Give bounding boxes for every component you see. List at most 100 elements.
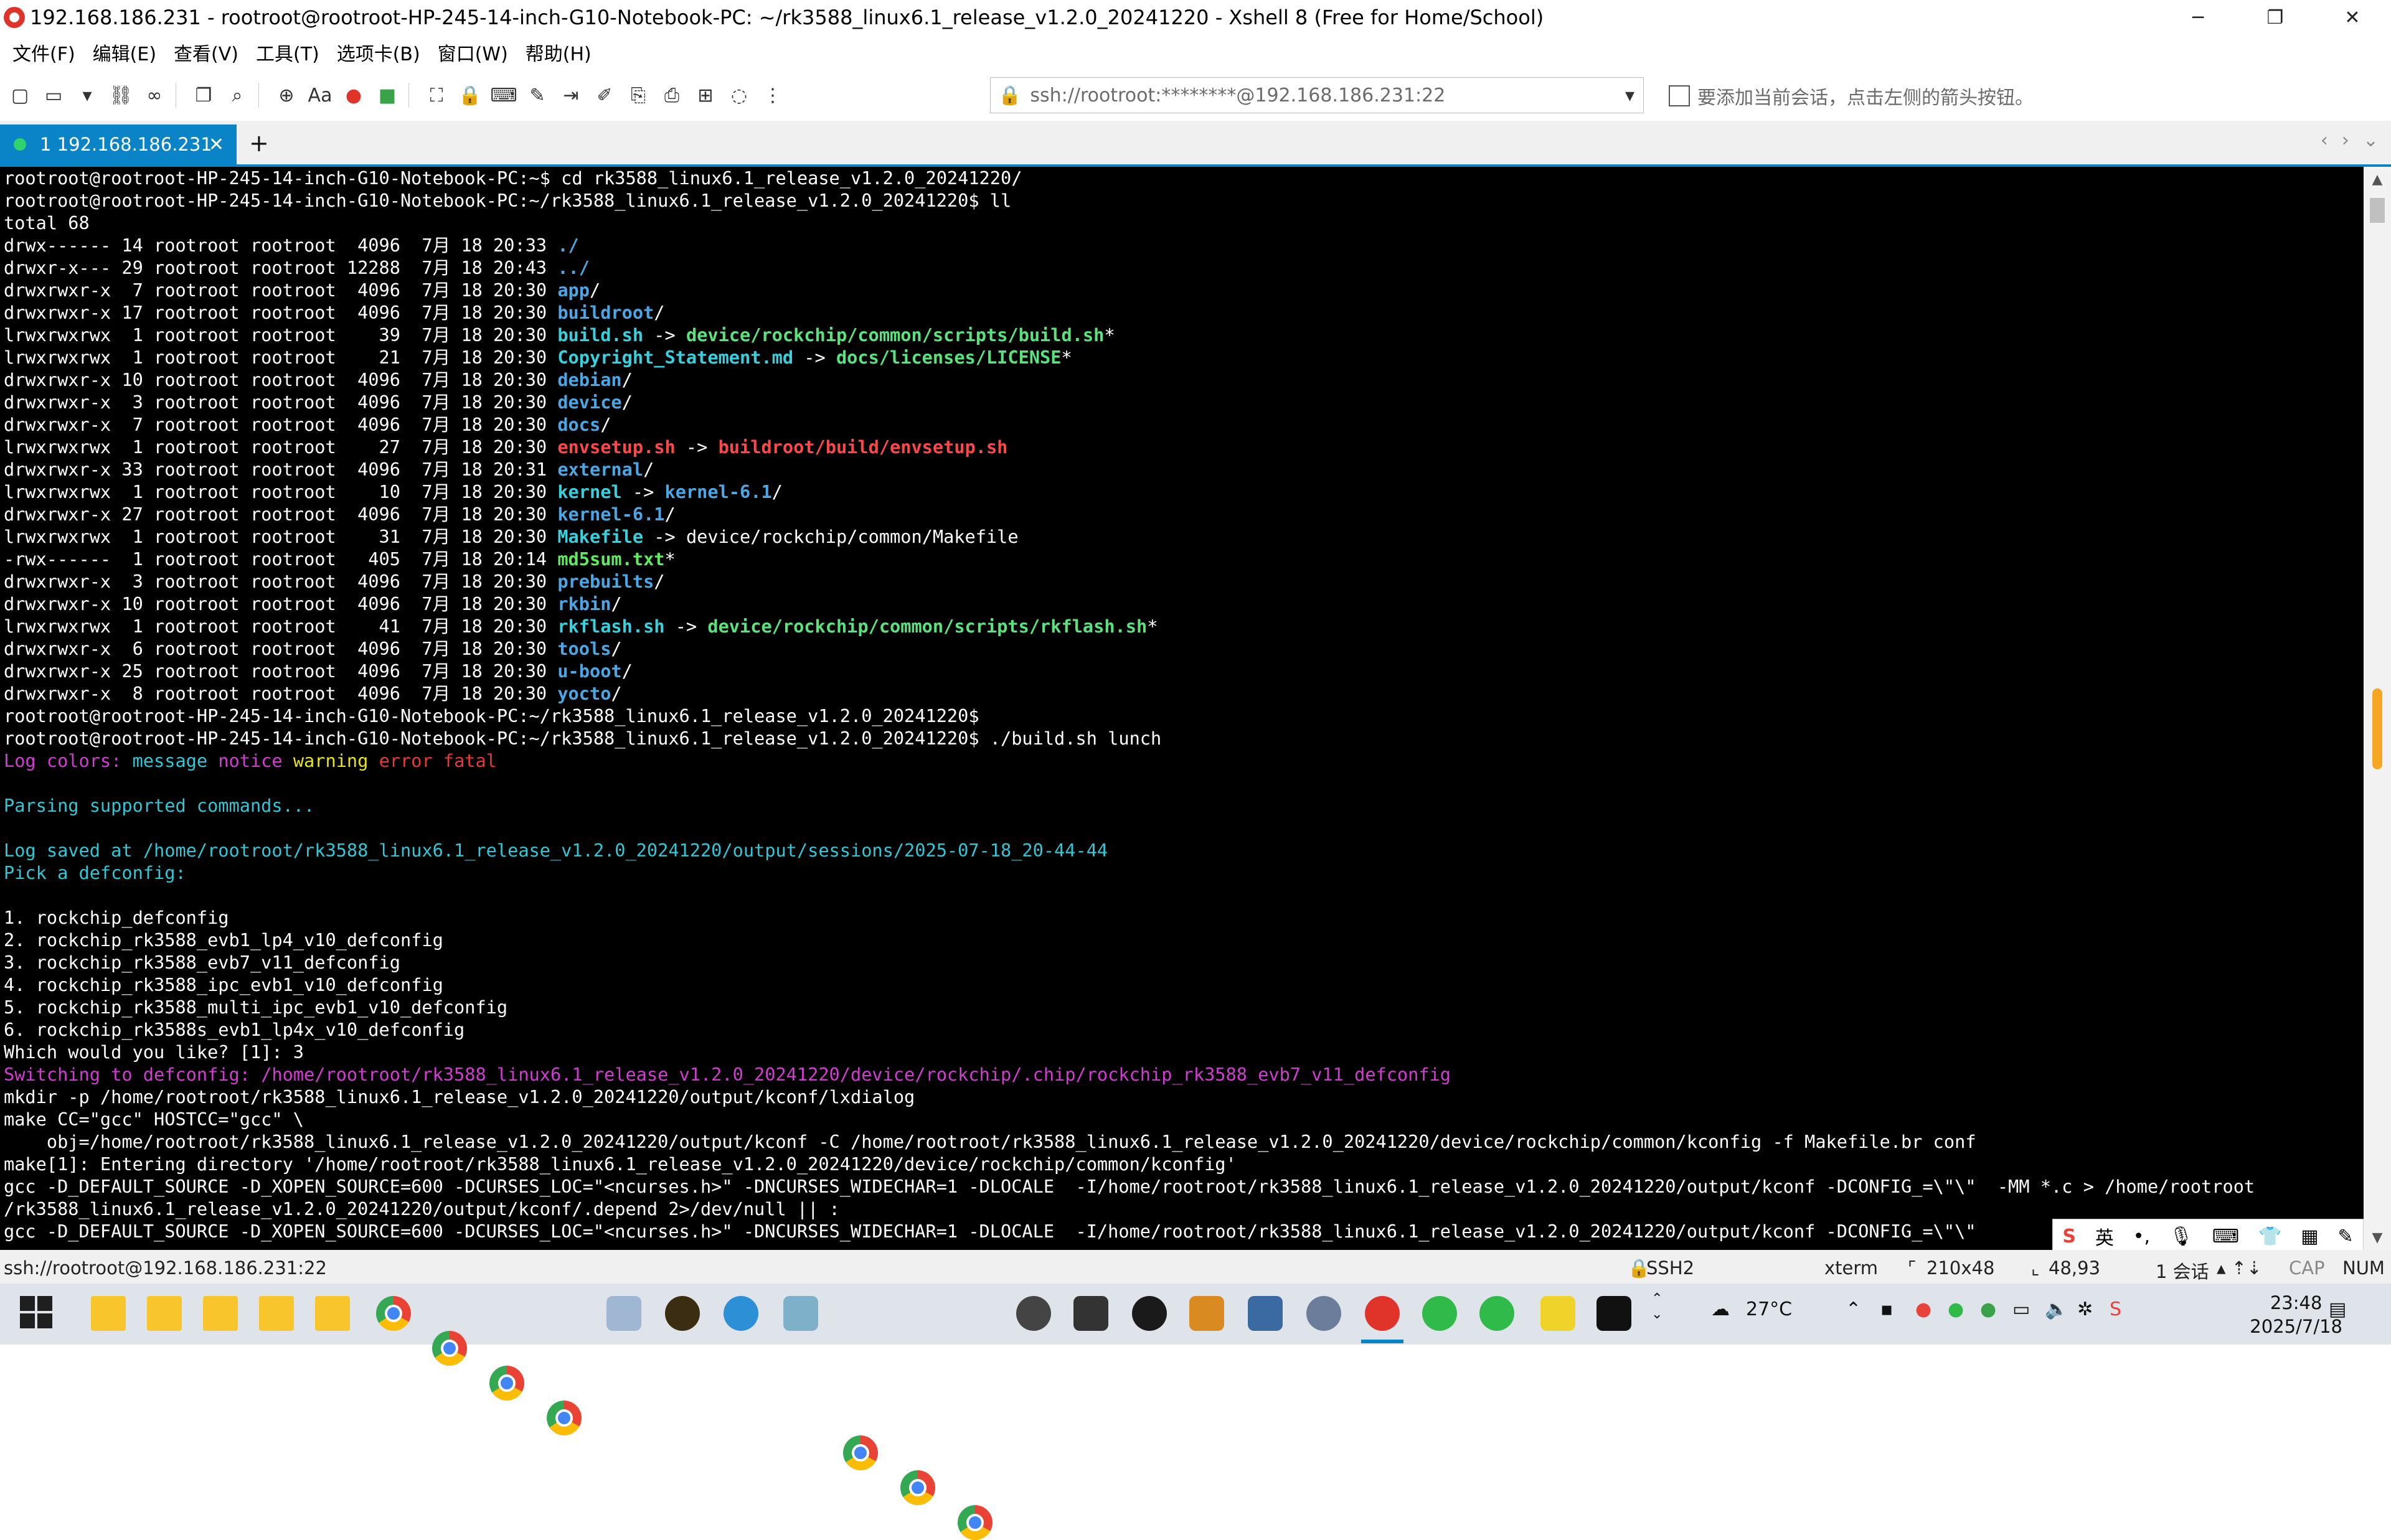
scroll-down-icon[interactable]: ▼	[2364, 1225, 2391, 1250]
xftp-green-icon[interactable]: ■	[374, 82, 401, 109]
browser-app-icon[interactable]	[724, 1296, 758, 1331]
tray-wechat-icon[interactable]: ●	[1948, 1298, 1964, 1320]
ime-pen-icon[interactable]: ✎	[2337, 1226, 2353, 1247]
maximize-button[interactable]: ❐	[2237, 0, 2314, 35]
capcut-icon[interactable]	[1596, 1296, 1631, 1331]
wechat-icon[interactable]	[1422, 1296, 1457, 1331]
menu-edit[interactable]: 编辑(E)	[80, 39, 161, 66]
keyboard-icon[interactable]: ⌨	[490, 82, 517, 109]
status-arrows-icon[interactable]: ▴ ⇡⇣	[2217, 1257, 2261, 1279]
fullscreen-icon[interactable]: ⛶	[423, 82, 450, 109]
tab-next-icon[interactable]: ›	[2342, 129, 2349, 151]
disconnect-icon[interactable]: ⛓	[107, 82, 134, 109]
menu-help[interactable]: 帮助(H)	[513, 39, 597, 66]
tab-session-1[interactable]: 1 192.168.186.231 ✕	[0, 124, 237, 164]
xshell-red-icon[interactable]: ●	[340, 82, 367, 109]
file-explorer-icon[interactable]	[315, 1296, 350, 1331]
tray-app-icon[interactable]: ▪	[1880, 1298, 1893, 1320]
reconnect-icon[interactable]: ∞	[141, 82, 168, 109]
chrome-icon[interactable]	[900, 1470, 935, 1505]
file-explorer-icon[interactable]	[147, 1296, 182, 1331]
font-button[interactable]: Aa	[306, 82, 334, 109]
tile-icon[interactable]: ⊞	[692, 82, 719, 109]
sogou-logo-icon[interactable]: S	[2062, 1226, 2076, 1247]
status-bar: ssh://rootroot@192.168.186.231:22 🔒 SSH2…	[0, 1250, 2391, 1284]
terminal-scrollbar[interactable]: ▲ ▼	[2364, 167, 2391, 1250]
print-icon[interactable]: ⎙	[658, 82, 686, 109]
address-dropdown-icon[interactable]: ▾	[1625, 85, 1634, 106]
tool-app-icon[interactable]	[606, 1296, 641, 1331]
network-icon[interactable]: ▭	[2012, 1298, 2030, 1320]
ultraedit-icon[interactable]	[665, 1296, 700, 1331]
file-explorer-icon[interactable]	[203, 1296, 238, 1331]
chrome-icon[interactable]	[843, 1435, 878, 1470]
lock-icon[interactable]: 🔒	[456, 82, 484, 109]
scrollbar-thumb[interactable]	[2370, 198, 2385, 223]
globe-icon[interactable]: ⊕	[273, 82, 300, 109]
sogou-tray-icon[interactable]: S	[2110, 1298, 2121, 1320]
search-icon[interactable]: ⌕	[224, 82, 251, 109]
volume-icon[interactable]: 🔈	[2045, 1298, 2068, 1320]
tab-list-icon[interactable]: ⌄	[2363, 129, 2379, 151]
tray-chevron-icon[interactable]: ⌃	[1846, 1298, 1861, 1320]
media-app-icon[interactable]	[1016, 1296, 1051, 1331]
dropdown-arrow-icon[interactable]: ▾	[73, 82, 101, 109]
terminal-text-segment: lrwxrwxrwx 1 rootroot rootroot 41 7月 18 …	[4, 616, 558, 637]
terminal-output[interactable]: rootroot@rootroot-HP-245-14-inch-G10-Not…	[0, 167, 2364, 1250]
scroll-up-icon[interactable]: ▲	[2364, 167, 2391, 192]
tray-app-icon[interactable]: ●	[1915, 1298, 1931, 1320]
xshell-taskbar-icon[interactable]	[1365, 1296, 1400, 1331]
wechat-icon[interactable]	[1479, 1296, 1514, 1331]
new-tab-button[interactable]: +	[249, 129, 269, 157]
start-button[interactable]	[20, 1296, 55, 1331]
network-app-icon[interactable]	[1306, 1296, 1341, 1331]
tray-expand-icon[interactable]: ⌃ ⌄	[1651, 1291, 1662, 1322]
ime-punctuation-icon[interactable]: •,	[2133, 1226, 2150, 1247]
log-icon[interactable]: ⎘	[625, 82, 652, 109]
file-explorer-icon[interactable]	[91, 1296, 126, 1331]
colorful-app-icon[interactable]	[489, 1366, 524, 1401]
colorful-app-icon[interactable]	[432, 1331, 467, 1366]
chrome-icon[interactable]	[958, 1505, 993, 1540]
address-bar[interactable]: 🔒 ssh://rootroot:********@192.168.186.23…	[990, 77, 1644, 113]
script-icon[interactable]: ✐	[591, 82, 618, 109]
menu-view[interactable]: 查看(V)	[161, 39, 243, 66]
menu-window[interactable]: 窗口(W)	[425, 39, 513, 66]
ime-language-toggle[interactable]: 英	[2095, 1223, 2114, 1250]
ime-grid-icon[interactable]: ▦	[2301, 1226, 2318, 1247]
ime-skin-icon[interactable]: 👕	[2258, 1226, 2281, 1247]
monitor-app-icon[interactable]	[1540, 1296, 1575, 1331]
se-app-icon[interactable]	[1073, 1296, 1108, 1331]
editor-app-icon[interactable]	[783, 1296, 818, 1331]
compose-icon[interactable]: ✎	[524, 82, 551, 109]
weather-icon[interactable]: ☁	[1711, 1298, 1730, 1320]
transfer-icon[interactable]: ⇥	[557, 82, 585, 109]
colorful-app-icon[interactable]	[547, 1401, 582, 1435]
file-explorer-icon[interactable]	[259, 1296, 294, 1331]
ime-keyboard-icon[interactable]: ⌨	[2212, 1226, 2239, 1247]
tab-prev-icon[interactable]: ‹	[2321, 129, 2328, 151]
close-button[interactable]: ✕	[2314, 0, 2391, 35]
xshell-app-icon[interactable]	[4, 7, 25, 28]
tab-close-icon[interactable]: ✕	[209, 134, 224, 156]
open-folder-icon[interactable]: ▭	[40, 82, 67, 109]
ime-mic-icon[interactable]: 🎙	[2169, 1226, 2193, 1247]
tray-app-icon[interactable]: ●	[1980, 1298, 1996, 1320]
more-options-icon[interactable]: ⋮	[759, 82, 786, 109]
new-window-icon[interactable]: ❐	[190, 82, 217, 109]
new-session-icon[interactable]: ▢	[6, 82, 34, 109]
weather-temperature[interactable]: 27°C	[1746, 1298, 1792, 1320]
mf-app-icon[interactable]	[1189, 1296, 1224, 1331]
ime-tray-icon[interactable]: ✲	[2077, 1298, 2093, 1320]
menu-file[interactable]: 文件(F)	[0, 39, 80, 66]
terminal-line: Parsing supported commands...	[4, 794, 2364, 817]
minimize-button[interactable]: ─	[2159, 0, 2237, 35]
audio-app-icon[interactable]	[1132, 1296, 1167, 1331]
menu-tools[interactable]: 工具(T)	[243, 39, 324, 66]
colorful-app-icon[interactable]	[376, 1296, 411, 1331]
notification-icon[interactable]: ▤	[2329, 1298, 2346, 1320]
add-session-icon[interactable]	[1669, 85, 1690, 106]
menu-tabs[interactable]: 选项卡(B)	[324, 39, 425, 66]
remote-desktop-icon[interactable]	[1248, 1296, 1283, 1331]
comment-icon[interactable]: ◌	[725, 82, 753, 109]
